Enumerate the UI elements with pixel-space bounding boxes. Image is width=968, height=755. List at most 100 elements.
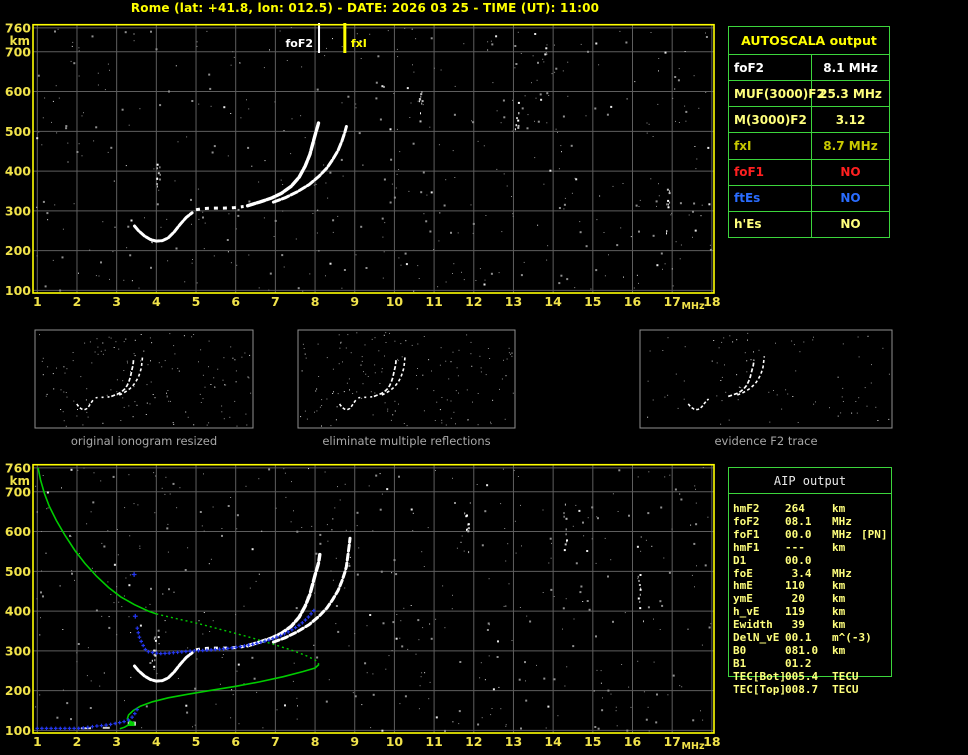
x-tick-label: 5 [192, 734, 201, 749]
autoscala-value: 25.3 MHz [819, 86, 882, 101]
x-tick-label: 17 [663, 294, 680, 309]
x-tick-label: 17 [663, 734, 680, 749]
aip-value: 00.0 [785, 527, 812, 541]
autoscala-value: NO [840, 165, 861, 180]
aip-row-TEC[Top]: TEC[Top] 008.7 TECU [733, 683, 963, 696]
aip-unit: km [832, 579, 846, 593]
aip-value: 08.1 [785, 514, 812, 528]
x-tick-label: 15 [584, 294, 601, 309]
aip-param: foF2 [733, 514, 760, 528]
panel-mini-trace [687, 398, 710, 411]
autoscala-value: 8.7 MHz [823, 138, 878, 153]
aip-param: TEC[Bot] [733, 669, 786, 683]
autoscala-value: 3.12 [835, 112, 866, 127]
x-tick-label: 6 [231, 734, 240, 749]
aip-unit: MHz [832, 514, 852, 528]
autoscala-value: NO [840, 217, 861, 232]
aip-param: foF1 [733, 527, 760, 541]
aip-value: --- [785, 540, 805, 554]
autoscala-param: h'Es [729, 211, 812, 237]
aip-value: 081.0 [785, 643, 819, 657]
y-tick-label: 400 [5, 164, 31, 179]
fitted-point [132, 613, 138, 619]
x-tick-label: 12 [465, 294, 482, 309]
panel-mini-trace [373, 359, 397, 398]
y-tick-label: 100 [5, 723, 31, 738]
x-tick-label: 13 [505, 294, 522, 309]
x-tick-label: 15 [584, 734, 601, 749]
autoscala-row-h'Es: h'Es NO [729, 211, 889, 237]
aip-value: 008.7 [785, 682, 819, 696]
f2-o-trace [245, 120, 321, 208]
x-tick-label: 9 [350, 734, 359, 749]
aip-value: 3.4 [785, 566, 812, 580]
autoscala-value: 8.1 MHz [823, 60, 878, 75]
x-tick-label: 3 [112, 294, 121, 309]
y-tick-label: 600 [5, 84, 31, 99]
aip-row-hmF1: hmF1 --- km [733, 541, 963, 554]
aip-unit: TECU [832, 682, 859, 696]
aip-note: [PN] [861, 527, 888, 541]
aip-row-foF2: foF2 08.1 MHz [733, 515, 963, 528]
aip-unit: km [832, 502, 846, 515]
panel-border [639, 329, 893, 429]
x-tick-label: 4 [152, 734, 161, 749]
x-tick-label: 18 [703, 734, 720, 749]
aip-value: 20 [785, 592, 805, 606]
x-tick-label: 7 [271, 294, 280, 309]
y-axis-unit: km [10, 474, 30, 488]
y-tick-label: 300 [5, 643, 31, 658]
aip-header-divider [728, 493, 892, 494]
autoscala-row-ftEs: ftEs NO [729, 185, 889, 212]
autoscala-table-title: AUTOSCALA output [729, 27, 889, 55]
aip-unit: m^(-3) [832, 631, 872, 644]
aip-param: hmF2 [733, 502, 760, 515]
y-axis-unit: km [10, 34, 30, 48]
panel-border [297, 329, 516, 429]
x-tick-label: 10 [386, 734, 404, 749]
autoscala-param: M(3000)F2 [729, 107, 812, 133]
aip-row-D1: D1 00.0 [733, 554, 963, 567]
autoscala-param: foF1 [729, 159, 812, 185]
aip-param: TEC[Top] [733, 682, 786, 696]
aip-unit: km [832, 540, 846, 554]
panel-mini-trace [358, 395, 373, 399]
aip-param: h_vE [733, 605, 760, 619]
aip-value: 00.1 [785, 631, 812, 644]
x-tick-label: 11 [425, 294, 442, 309]
fxI-marker-label: fxI [350, 37, 367, 50]
aip-row-Ewidth: Ewidth 39 km [733, 618, 963, 631]
y-tick-label: 400 [5, 604, 31, 619]
autoscala-row-foF1: foF1 NO [729, 159, 889, 186]
x-tick-label: 13 [505, 734, 522, 749]
profile-e-blob [128, 722, 135, 727]
aip-param: ymE [733, 592, 753, 606]
aip-value: 110 [785, 579, 805, 593]
panel-mini-trace [727, 359, 755, 398]
aip-value: 264 [785, 502, 805, 515]
x-axis-unit: MHz [682, 301, 705, 312]
y-tick-label: 200 [5, 243, 31, 258]
aip-value: 39 [785, 618, 805, 632]
y-tick-label: 500 [5, 124, 31, 139]
aip-value: 01.2 [785, 656, 812, 670]
autoscala-row-MUF(3000)F2: MUF(3000)F2 25.3 MHz [729, 81, 889, 108]
x-tick-label: 1 [33, 734, 42, 749]
x-tick-label: 7 [271, 734, 280, 749]
processing-panels [34, 329, 893, 429]
density-profile-upper [37, 467, 157, 615]
autoscala-output-table: AUTOSCALA output foF2 8.1 MHz MUF(3000)F2 2… [728, 26, 890, 238]
autoscala-row-fxI: fxI 8.7 MHz [729, 133, 889, 160]
panel-mini-trace [110, 359, 135, 398]
aip-unit: MHz [832, 527, 852, 541]
aip-table-title: AIP output [773, 474, 847, 488]
x-tick-label: 1 [33, 294, 42, 309]
x-tick-label: 2 [73, 734, 82, 749]
aip-param: hmE [733, 579, 753, 593]
aip-row-h_vE: h_vE 119 km [733, 605, 963, 618]
autoscala-param: MUF(3000)F2 [729, 81, 825, 107]
panel-mini-trace [95, 395, 111, 399]
aip-row-B0: B0 081.0 km [733, 644, 963, 657]
y-tick-label: 500 [5, 564, 31, 579]
ef-cusp-trace [133, 651, 194, 683]
